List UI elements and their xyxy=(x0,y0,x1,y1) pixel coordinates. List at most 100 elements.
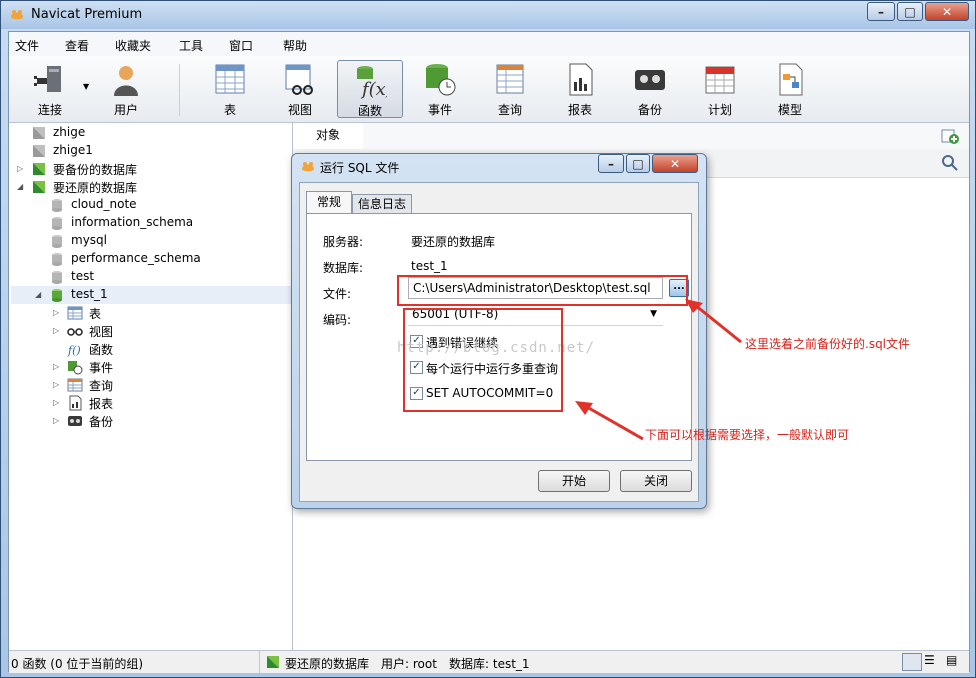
file-label: 文件: xyxy=(323,287,352,301)
user-button[interactable]: 用户 xyxy=(93,60,159,118)
expand-arrow-icon[interactable]: ▷ xyxy=(53,380,59,389)
file-highlight-box xyxy=(397,275,688,306)
connection-green-icon xyxy=(33,163,45,175)
query-icon xyxy=(67,378,83,392)
model-icon xyxy=(779,63,803,96)
function-icon: f() xyxy=(67,344,81,357)
menu-help[interactable]: 帮助 xyxy=(283,37,307,54)
menu-file[interactable]: 文件 xyxy=(15,37,39,54)
status-object-count: 0 函数 (0 位于当前的组) xyxy=(11,657,144,671)
window-title: Navicat Premium xyxy=(31,7,143,22)
function-button[interactable]: f(x) 函数 xyxy=(337,60,403,118)
close-button[interactable]: 关闭 xyxy=(620,470,692,492)
table-icon xyxy=(67,306,83,320)
dialog-minimize-button[interactable]: – xyxy=(598,154,624,173)
function-icon: f(x) xyxy=(357,66,387,99)
connection-gray-icon xyxy=(33,145,45,157)
backup-icon xyxy=(635,70,665,90)
navicat-logo-icon xyxy=(302,162,314,172)
expand-arrow-icon[interactable]: ▷ xyxy=(53,398,59,407)
dialog-title: 运行 SQL 文件 xyxy=(320,161,400,175)
expand-arrow-icon[interactable]: ▷ xyxy=(53,308,59,317)
chevron-down-icon: ▼ xyxy=(650,309,657,319)
database-value: test_1 xyxy=(411,259,448,273)
grid-view-icon[interactable] xyxy=(902,653,922,671)
query-icon xyxy=(496,64,524,94)
menu-tools[interactable]: 工具 xyxy=(179,37,203,54)
file-annotation: 这里选着之前备份好的.sql文件 xyxy=(745,337,911,351)
tab-message-log[interactable]: 信息日志 xyxy=(352,194,412,213)
expand-arrow-icon[interactable]: ▷ xyxy=(53,326,59,335)
list-view-icon[interactable]: ☰ xyxy=(924,653,942,669)
database-green-icon xyxy=(52,289,62,302)
detail-view-icon[interactable]: ▤ xyxy=(946,653,964,669)
view-icon xyxy=(285,64,313,95)
menu-favorites[interactable]: 收藏夹 xyxy=(115,37,151,54)
options-annotation: 下面可以根据需要选择，一般默认即可 xyxy=(645,428,850,442)
object-tab-bar xyxy=(363,123,969,150)
title-bar: Navicat Premium – □ ✕ xyxy=(1,1,975,29)
connection-green-icon xyxy=(33,181,45,193)
start-button[interactable]: 开始 xyxy=(538,470,610,492)
server-label: 服务器: xyxy=(323,235,364,249)
expand-arrow-icon[interactable]: ▷ xyxy=(53,416,59,425)
collapse-arrow-icon[interactable]: ◢ xyxy=(35,290,41,299)
event-icon xyxy=(426,64,456,96)
status-bar: 0 函数 (0 位于当前的组) 要还原的数据库 用户: root 数据库: te… xyxy=(9,650,969,673)
database-gray-icon xyxy=(52,199,62,212)
report-icon xyxy=(569,63,593,96)
connection-green-icon xyxy=(267,656,279,668)
collapse-arrow-icon[interactable]: ◢ xyxy=(17,182,23,191)
model-button[interactable]: 模型 xyxy=(757,60,823,118)
menu-window[interactable]: 窗口 xyxy=(229,37,253,54)
svg-text:f(x): f(x) xyxy=(360,79,387,99)
annotation-arrow-icon xyxy=(575,401,644,441)
connection-tree: zhige zhige1 ▷ 要备份的数据库 ◢ 要还原的数据库 cloud_n… xyxy=(9,123,293,654)
backup-button[interactable]: 备份 xyxy=(617,60,683,118)
database-gray-icon xyxy=(52,271,62,284)
database-gray-icon xyxy=(52,235,62,248)
search-icon[interactable] xyxy=(941,154,959,172)
status-database: 数据库: test_1 xyxy=(449,657,530,671)
maximize-button[interactable]: □ xyxy=(897,2,923,21)
database-gray-icon xyxy=(52,217,62,230)
dialog-close-button[interactable]: ✕ xyxy=(652,154,698,173)
status-connection: 要还原的数据库 xyxy=(285,657,370,671)
tab-objects[interactable]: 对象 xyxy=(293,123,364,149)
main-toolbar: 连接 ▼ 用户 表 视图 f(x) 函数 事件 xyxy=(9,56,969,123)
tab-general[interactable]: 常规 xyxy=(306,191,352,213)
query-button[interactable]: 查询 xyxy=(477,60,543,118)
event-button[interactable]: 事件 xyxy=(407,60,473,118)
server-value: 要还原的数据库 xyxy=(411,235,496,249)
close-window-button[interactable]: ✕ xyxy=(925,2,969,21)
database-label: 数据库: xyxy=(323,261,364,275)
expand-arrow-icon[interactable]: ▷ xyxy=(17,164,23,173)
backup-icon xyxy=(68,416,82,426)
toolbar-separator xyxy=(179,64,180,116)
connect-button[interactable]: 连接 xyxy=(17,60,83,118)
minimize-button[interactable]: – xyxy=(867,2,895,21)
table-icon xyxy=(215,64,245,94)
menu-bar: 文件 查看 收藏夹 工具 窗口 帮助 xyxy=(9,32,969,56)
view-button[interactable]: 视图 xyxy=(267,60,333,118)
options-highlight-box xyxy=(403,308,563,412)
annotation-arrow-icon xyxy=(685,299,742,344)
event-icon xyxy=(68,361,83,375)
encoding-label: 编码: xyxy=(323,313,352,327)
user-icon xyxy=(114,66,138,96)
connection-gray-icon xyxy=(33,127,45,139)
app-window: Navicat Premium – □ ✕ 文件 查看 收藏夹 工具 窗口 帮助… xyxy=(0,0,976,678)
status-separator xyxy=(259,651,260,673)
dialog-maximize-button[interactable]: □ xyxy=(626,154,650,173)
plug-icon xyxy=(34,66,61,92)
table-button[interactable]: 表 xyxy=(197,60,263,118)
expand-arrow-icon[interactable]: ▷ xyxy=(53,362,59,371)
schedule-button[interactable]: 计划 xyxy=(687,60,753,118)
glasses-icon xyxy=(67,328,83,336)
new-tab-icon[interactable] xyxy=(941,127,959,145)
report-button[interactable]: 报表 xyxy=(547,60,613,118)
database-gray-icon xyxy=(52,253,62,266)
connect-dropdown-arrow[interactable]: ▼ xyxy=(83,82,89,91)
menu-view[interactable]: 查看 xyxy=(65,37,89,54)
calendar-icon xyxy=(705,66,735,94)
